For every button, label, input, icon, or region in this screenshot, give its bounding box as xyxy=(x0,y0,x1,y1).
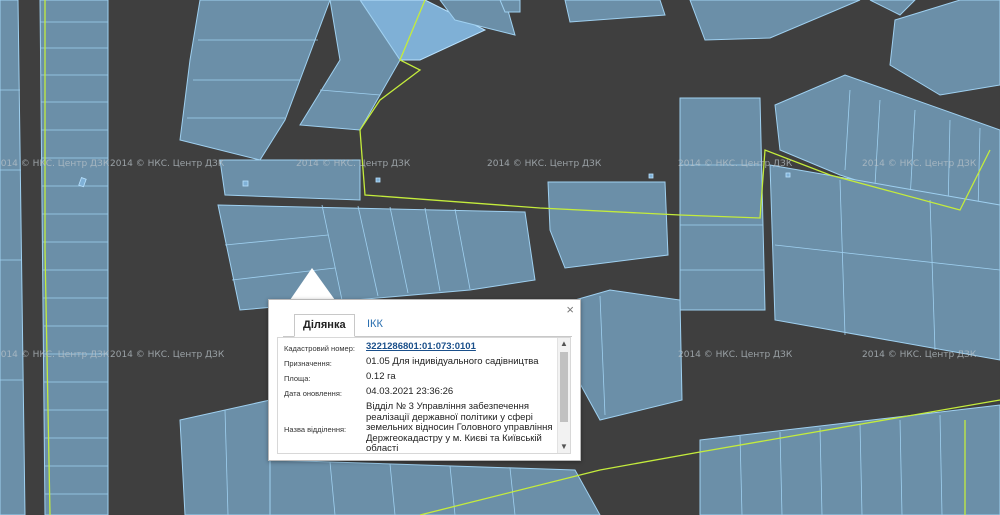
field-label: Назва відділення: xyxy=(284,425,347,434)
parcel-top-mid[interactable] xyxy=(564,0,666,23)
field-label: Площа: xyxy=(284,374,311,383)
cadastral-number-link[interactable]: 3221286801:01:073:0101 xyxy=(366,341,476,352)
watermark-text: 2014 © НКС. Центр ДЗК xyxy=(0,350,110,360)
field-area: Площа: 0.12 га xyxy=(278,371,558,385)
field-updated: Дата оновлення: 04.03.2021 23:36:26 xyxy=(278,386,558,400)
parcel-block-bottom-left[interactable] xyxy=(179,399,271,515)
parcel-row-middle[interactable] xyxy=(217,159,536,311)
chevron-up-icon[interactable]: ▲ xyxy=(558,338,570,350)
parcel-block-top-center[interactable] xyxy=(179,0,331,161)
tab-parcel[interactable]: Ділянка xyxy=(294,314,355,337)
field-value: 04.03.2021 23:36:26 xyxy=(366,386,454,397)
parcel-column-far-left[interactable] xyxy=(0,0,26,515)
parcel-info-popup: × Ділянка ІКК Кадастровий номер: 3221286… xyxy=(268,299,581,461)
watermark-text: 2014 © НКС. Центр ДЗК xyxy=(678,159,793,169)
scrollbar-thumb[interactable] xyxy=(560,352,568,422)
parcel-block-bottom-center[interactable] xyxy=(269,459,601,515)
point-marker[interactable] xyxy=(375,177,381,183)
parcel-block-lower-center[interactable] xyxy=(574,289,683,421)
field-purpose: Призначення: 01.05 Для індивідуального с… xyxy=(278,356,558,370)
field-value[interactable]: 3221286801:01:073:0101 xyxy=(366,341,554,353)
watermark-text: 2014 © НКС. Центр ДЗК xyxy=(862,159,977,169)
parcel-top-right[interactable] xyxy=(689,0,861,41)
watermark-text: 2014 © НКС. Центр ДЗК xyxy=(487,159,602,169)
parcel-top-far-right[interactable] xyxy=(889,0,1000,96)
watermark-text: 2014 © НКС. Центр ДЗК xyxy=(862,350,977,360)
point-marker[interactable] xyxy=(648,173,654,179)
watermark-text: 2014 © НКС. Центр ДЗК xyxy=(0,159,110,169)
field-label: Дата оновлення: xyxy=(284,389,342,398)
point-marker[interactable] xyxy=(785,172,791,178)
field-label: Кадастровий номер: xyxy=(284,344,355,353)
field-value: 0.12 га xyxy=(366,371,396,382)
watermark-text: 2014 © НКС. Центр ДЗК xyxy=(110,159,225,169)
parcel-details[interactable]: Кадастровий номер: 3221286801:01:073:010… xyxy=(277,337,571,454)
watermark-text: 2014 © НКС. Центр ДЗК xyxy=(110,350,225,360)
field-department: Назва відділення: Відділ № 3 Управління … xyxy=(278,401,558,454)
popup-tabs: Ділянка ІКК xyxy=(283,314,572,337)
parcel-block-right-mid[interactable] xyxy=(679,97,766,311)
field-cadastral-number: Кадастровий номер: 3221286801:01:073:010… xyxy=(278,341,558,355)
point-marker[interactable] xyxy=(242,180,249,187)
tab-ikk[interactable]: ІКК xyxy=(359,314,391,335)
chevron-down-icon[interactable]: ▼ xyxy=(558,441,570,453)
watermark-text: 2014 © НКС. Центр ДЗК xyxy=(678,350,793,360)
field-label: Призначення: xyxy=(284,359,332,368)
parcel-block-center[interactable] xyxy=(547,181,669,269)
parcel-column-left[interactable] xyxy=(39,0,109,515)
field-value: Відділ № 3 Управління забезпечення реалі… xyxy=(366,401,553,454)
parcel-top-corner[interactable] xyxy=(869,0,916,16)
field-value: 01.05 Для індивідуального садівництва xyxy=(366,356,539,367)
watermark-text: 2014 © НКС. Центр ДЗК xyxy=(296,159,411,169)
parcel-block-bottom-right[interactable] xyxy=(699,404,1000,515)
scrollbar[interactable]: ▲ ▼ xyxy=(557,338,570,453)
